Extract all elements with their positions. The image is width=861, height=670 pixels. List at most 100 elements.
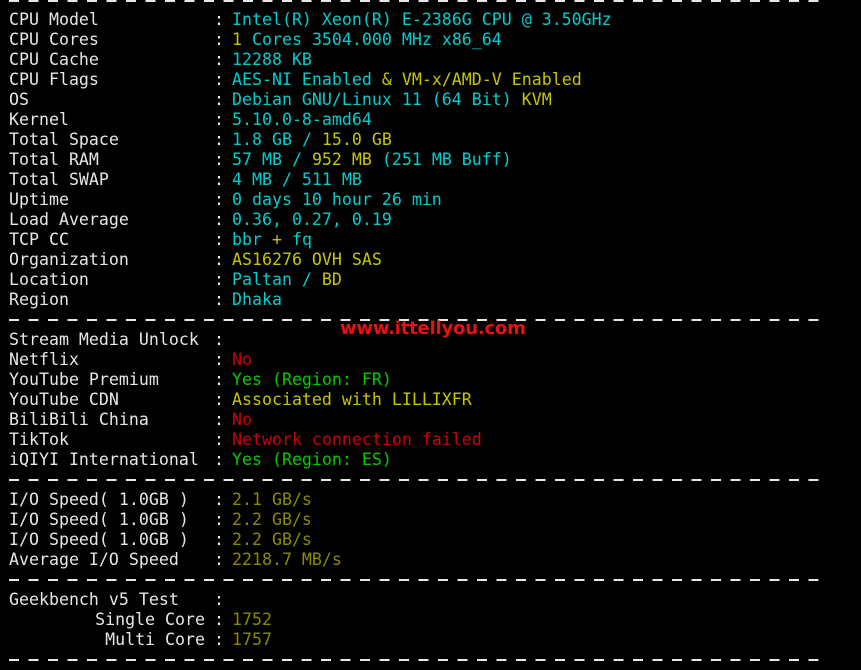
system-value-part: Intel(R) Xeon(R) E-2386G CPU @ 3.50GHz bbox=[232, 10, 612, 29]
colon-separator: : bbox=[214, 270, 224, 289]
system-value: Dhaka bbox=[232, 290, 282, 309]
stream-row: Netflix: No bbox=[0, 350, 861, 370]
geekbench-label: Multi Core bbox=[105, 630, 205, 649]
io-row: I/O Speed( 1.0GB ):2.2 GB/s bbox=[0, 530, 861, 550]
colon-separator: : bbox=[214, 330, 224, 349]
colon-separator: : bbox=[214, 430, 224, 449]
stream-label: iQIYI International bbox=[9, 450, 199, 469]
dashed-rule bbox=[9, 479, 828, 481]
geekbench-row: Geekbench v5 Test: bbox=[0, 590, 861, 610]
stream-label: BiliBili China bbox=[9, 410, 149, 429]
io-value: 2.1 GB/s bbox=[232, 490, 312, 509]
stream-label: TikTok bbox=[9, 430, 69, 449]
io-label: I/O Speed( 1.0GB ) bbox=[9, 510, 189, 529]
system-value-part: 4 MB / 511 MB bbox=[232, 170, 362, 189]
site-watermark: www.ittellyou.com bbox=[340, 318, 526, 339]
colon-separator: : bbox=[214, 50, 224, 69]
colon-separator: : bbox=[214, 110, 224, 129]
terminal-window: CPU Model: Intel(R) Xeon(R) E-2386G CPU @… bbox=[0, 0, 861, 661]
colon-separator: : bbox=[214, 210, 224, 229]
io-value-part: 2.2 GB/s bbox=[232, 530, 312, 549]
stream-value-part: Yes (Region: ES) bbox=[232, 450, 392, 469]
stream-value-part: No bbox=[232, 350, 252, 369]
section-system-info: CPU Model: Intel(R) Xeon(R) E-2386G CPU @… bbox=[0, 10, 861, 310]
system-value-part: 952 MB bbox=[311, 150, 372, 169]
system-value-part: fq bbox=[281, 230, 312, 249]
io-value-part: 2.2 GB/s bbox=[232, 510, 312, 529]
system-value-part: AS16276 OVH SAS bbox=[232, 250, 382, 269]
colon-separator: : bbox=[214, 370, 224, 389]
system-value: 12288 KB bbox=[232, 50, 312, 69]
io-label: I/O Speed( 1.0GB ) bbox=[9, 490, 189, 509]
stream-row: YouTube CDN: Associated with LILLIXFR bbox=[0, 390, 861, 410]
section-geekbench: Geekbench v5 Test: Single Core:1752 Multi … bbox=[0, 590, 861, 650]
geekbench-value-part: 1757 bbox=[232, 630, 272, 649]
system-value-part: 15.0 GB bbox=[321, 130, 392, 149]
section-io-speed: I/O Speed( 1.0GB ):2.1 GB/s I/O Speed( 1.… bbox=[0, 490, 861, 570]
system-value-part: Dhaka bbox=[232, 290, 282, 309]
system-value-part: x86_64 bbox=[441, 30, 502, 49]
system-row: Total SWAP:4 MB / 511 MB bbox=[0, 170, 861, 190]
dashed-rule bbox=[9, 579, 828, 581]
system-value: 57 MB / 952 MB (251 MB Buff) bbox=[232, 150, 512, 169]
stream-row: iQIYI International: Yes (Region: ES) bbox=[0, 450, 861, 470]
colon-separator: : bbox=[214, 170, 224, 189]
io-row: I/O Speed( 1.0GB ):2.1 GB/s bbox=[0, 490, 861, 510]
colon-separator: : bbox=[214, 30, 224, 49]
system-value: 0.36, 0.27, 0.19 bbox=[232, 210, 392, 229]
system-row: Kernel:5.10.0-8-amd64 bbox=[0, 110, 861, 130]
system-value: 5.10.0-8-amd64 bbox=[232, 110, 372, 129]
io-value: 2218.7 MB/s bbox=[232, 550, 342, 569]
stream-value-part: Yes (Region: FR) bbox=[232, 370, 392, 389]
colon-separator: : bbox=[214, 630, 224, 649]
colon-separator: : bbox=[214, 450, 224, 469]
io-value-part: 2218.7 MB/s bbox=[232, 550, 342, 569]
system-row: Region: Dhaka bbox=[0, 290, 861, 310]
system-label: Kernel bbox=[9, 110, 69, 129]
stream-row: YouTube Premium: Yes (Region: FR) bbox=[0, 370, 861, 390]
system-value-part: 1.8 GB bbox=[232, 130, 302, 149]
system-value: AES-NI Enabled & VM-x/AMD-V Enabled bbox=[232, 70, 582, 89]
system-row: Total RAM:57 MB / 952 MB (251 MB Buff) bbox=[0, 150, 861, 170]
section-stream-media: Stream Media Unlock: Netflix: No YouTube Pr… bbox=[0, 330, 861, 470]
stream-value: Yes (Region: FR) bbox=[232, 370, 392, 389]
system-value-part: 0 days 10 hour 26 min bbox=[232, 190, 442, 209]
stream-value: No bbox=[232, 410, 252, 429]
stream-value: Network connection failed bbox=[232, 430, 482, 449]
system-value: bbr + fq bbox=[232, 230, 312, 249]
system-value-part: MHz bbox=[391, 30, 442, 49]
system-value-part: BD bbox=[321, 270, 342, 289]
stream-label: YouTube Premium bbox=[9, 370, 159, 389]
system-row: Total Space:1.8 GB / 15.0 GB bbox=[0, 130, 861, 150]
stream-row: BiliBili China: No bbox=[0, 410, 861, 430]
system-value-part: bbr bbox=[232, 230, 272, 249]
system-value-part: VM-x/AMD-V Enabled bbox=[401, 70, 582, 89]
system-row: CPU Model: Intel(R) Xeon(R) E-2386G CPU @… bbox=[0, 10, 861, 30]
separator-bottom bbox=[0, 650, 861, 670]
colon-separator: : bbox=[214, 610, 224, 629]
system-value-part: 0.36, 0.27, 0.19 bbox=[232, 210, 392, 229]
colon-separator: : bbox=[214, 290, 224, 309]
geekbench-value-part: 1752 bbox=[232, 610, 272, 629]
geekbench-row: Single Core:1752 bbox=[0, 610, 861, 630]
system-label: CPU Model bbox=[9, 10, 99, 29]
system-label: Load Average bbox=[9, 210, 129, 229]
geekbench-value: 1752 bbox=[232, 610, 272, 629]
system-value: Paltan / BD bbox=[232, 270, 342, 289]
system-value: 4 MB / 511 MB bbox=[232, 170, 362, 189]
system-value: 1 Cores 3504.000 MHz x86_64 bbox=[232, 30, 502, 49]
system-value-part: KVM bbox=[521, 90, 552, 109]
dashed-rule bbox=[9, 0, 828, 2]
system-value: 1.8 GB / 15.0 GB bbox=[232, 130, 392, 149]
io-value: 2.2 GB/s bbox=[232, 510, 312, 529]
colon-separator: : bbox=[214, 530, 224, 549]
system-row: TCP CC: bbr + fq bbox=[0, 230, 861, 250]
system-value-part: 1 bbox=[232, 30, 242, 49]
geekbench-label: Single Core bbox=[95, 610, 205, 629]
stream-label: Stream Media Unlock bbox=[9, 330, 199, 349]
io-row: I/O Speed( 1.0GB ):2.2 GB/s bbox=[0, 510, 861, 530]
system-label: TCP CC bbox=[9, 230, 69, 249]
io-row: Average I/O Speed:2218.7 MB/s bbox=[0, 550, 861, 570]
colon-separator: : bbox=[214, 150, 224, 169]
colon-separator: : bbox=[214, 410, 224, 429]
